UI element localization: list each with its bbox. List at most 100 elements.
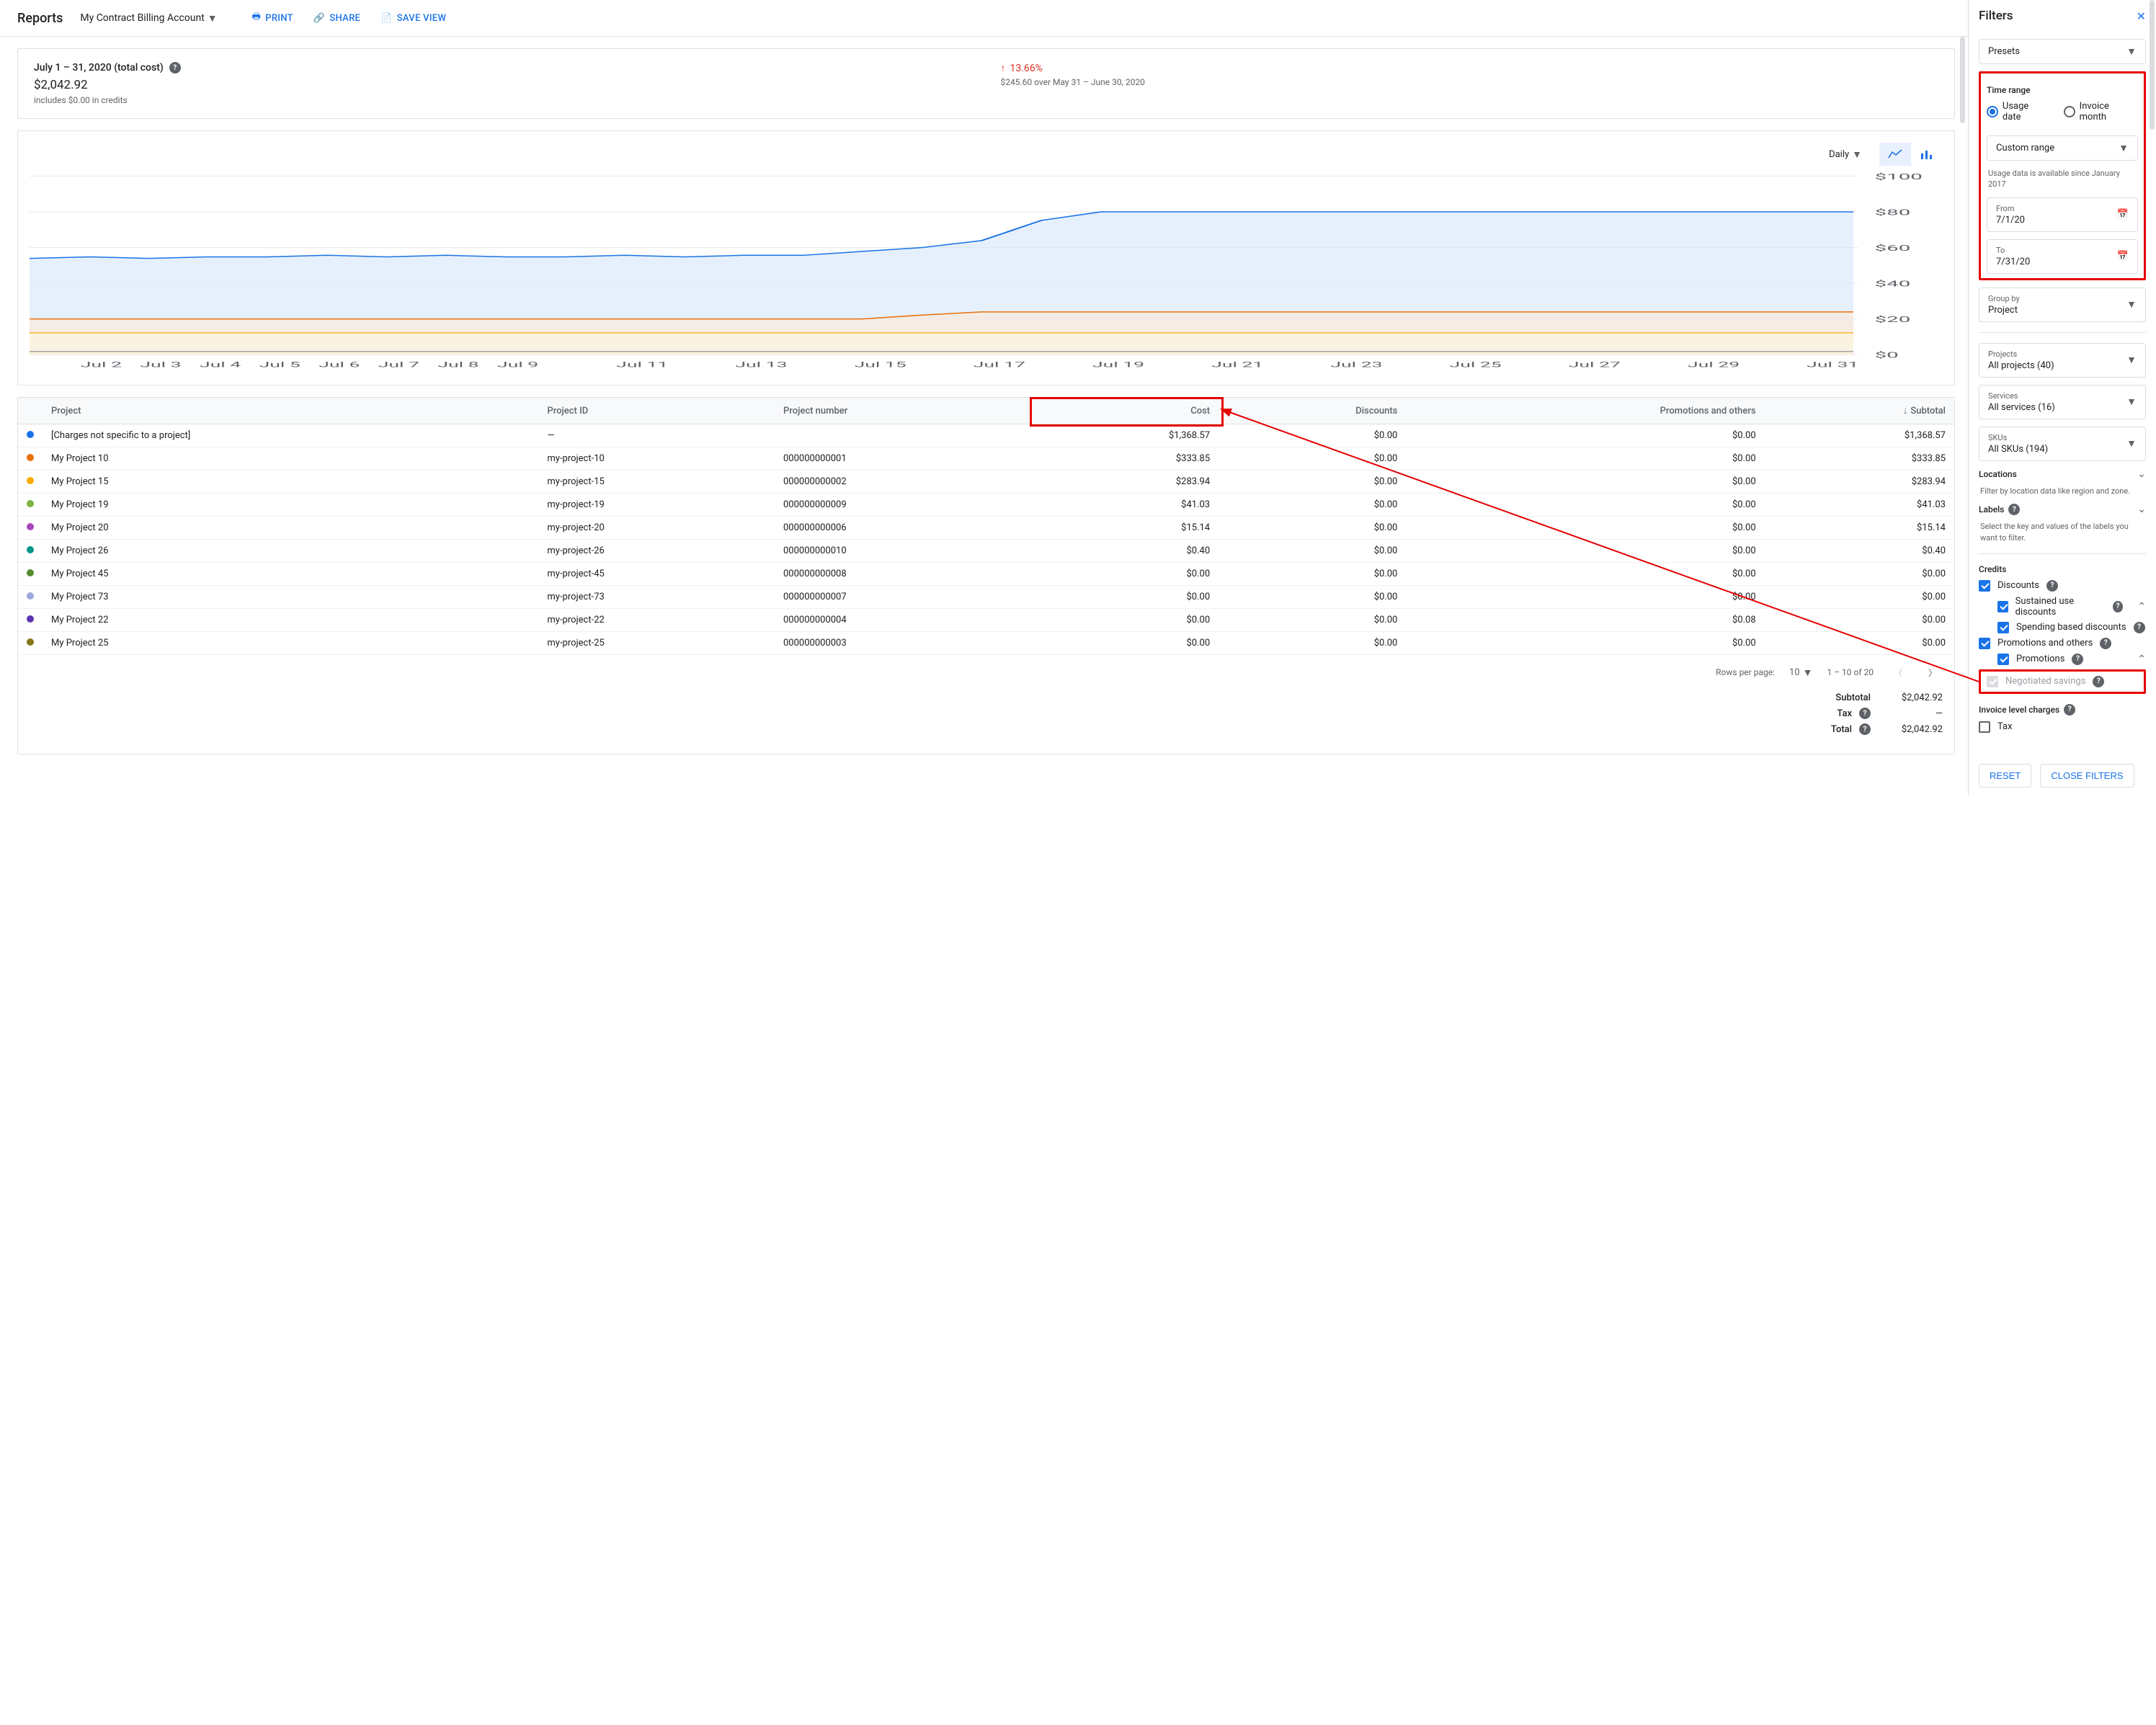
table-row: My Project 19my-project-19000000000009$4… [18, 494, 1954, 517]
prev-page-button[interactable]: 〈 [1888, 662, 1908, 682]
series-dot [27, 500, 34, 507]
tax-checkbox[interactable]: Tax [1979, 721, 2146, 733]
locations-header[interactable]: Locations ⌄ [1979, 468, 2146, 480]
help-icon[interactable]: ? [1859, 708, 1871, 719]
spending-based-checkbox[interactable]: Spending based discounts? [1979, 622, 2146, 633]
projects-dropdown[interactable]: ProjectsAll projects (40) ▼ [1979, 343, 2146, 378]
help-icon[interactable]: ? [169, 62, 181, 73]
promotions-checkbox[interactable]: Promotions?⌃ [1979, 654, 2146, 665]
help-icon[interactable]: ? [2113, 601, 2123, 612]
help-icon[interactable]: ? [1859, 723, 1871, 735]
chevron-up-icon[interactable]: ⌃ [2137, 654, 2146, 665]
sustained-use-checkbox[interactable]: Sustained use discounts?⌃ [1979, 596, 2146, 618]
svg-text:Jul 2: Jul 2 [81, 360, 122, 369]
discounts-checkbox[interactable]: Discounts? [1979, 580, 2146, 592]
svg-text:Jul 29: Jul 29 [1688, 360, 1740, 369]
svg-text:Jul 13: Jul 13 [735, 360, 787, 369]
cell-subtotal: $41.03 [1765, 494, 1954, 517]
col-project-id[interactable]: Project ID [538, 398, 775, 424]
table-row: My Project 45my-project-45000000000008$0… [18, 563, 1954, 586]
cell-promotions: $0.00 [1406, 424, 1764, 447]
help-icon[interactable]: ? [2100, 638, 2111, 649]
help-icon[interactable]: ? [2046, 580, 2058, 592]
rows-per-page-dropdown[interactable]: 10 ▼ [1789, 667, 1812, 679]
link-icon: 🔗 [313, 13, 326, 24]
svg-text:$100: $100 [1875, 172, 1923, 182]
chevron-up-icon[interactable]: ⌃ [2137, 601, 2146, 612]
presets-dropdown[interactable]: Presets ▼ [1979, 39, 2146, 64]
cell-project-number: 000000000007 [775, 586, 1033, 609]
cell-project-id: my-project-20 [538, 517, 775, 540]
usage-date-radio[interactable]: Usage date [1987, 101, 2049, 122]
chevron-down-icon: ▼ [2126, 354, 2137, 366]
cell-subtotal: $0.00 [1765, 563, 1954, 586]
share-button[interactable]: 🔗 SHARE [313, 10, 360, 26]
cell-promotions: $0.00 [1406, 586, 1764, 609]
cell-promotions: $0.00 [1406, 447, 1764, 471]
series-dot [27, 523, 34, 530]
table-row: [Charges not specific to a project]—$1,3… [18, 424, 1954, 447]
close-filters-button[interactable]: CLOSE FILTERS [2040, 764, 2134, 788]
cell-promotions: $0.00 [1406, 517, 1764, 540]
svg-text:Jul 11: Jul 11 [616, 360, 668, 369]
bar-chart-button[interactable] [1911, 143, 1943, 166]
skus-dropdown[interactable]: SKUsAll SKUs (194) ▼ [1979, 427, 2146, 461]
cell-discounts: $0.00 [1219, 471, 1406, 494]
promotions-others-checkbox[interactable]: Promotions and others? [1979, 638, 2146, 649]
cell-subtotal: $0.40 [1765, 540, 1954, 563]
cell-subtotal: $1,368.57 [1765, 424, 1954, 447]
main-scrollbar[interactable] [1960, 37, 1965, 123]
svg-text:Jul 7: Jul 7 [378, 360, 419, 369]
credits-header: Credits [1979, 564, 2146, 574]
help-icon[interactable]: ? [2008, 504, 2020, 515]
cell-project: My Project 15 [43, 471, 538, 494]
help-icon[interactable]: ? [2072, 654, 2083, 665]
svg-text:$20: $20 [1875, 315, 1911, 324]
services-dropdown[interactable]: ServicesAll services (16) ▼ [1979, 385, 2146, 419]
summary-total: $2,042.92 [34, 78, 972, 92]
cell-cost: $333.85 [1033, 447, 1219, 471]
col-cost[interactable]: Cost [1033, 398, 1219, 424]
from-date-input[interactable]: From7/1/20 📅 [1987, 197, 2138, 232]
labels-header[interactable]: Labels? ⌄ [1979, 504, 2146, 515]
svg-text:Jul 3: Jul 3 [140, 360, 181, 369]
filters-scrollbar[interactable] [2150, 0, 2155, 130]
range-type-dropdown[interactable]: Custom range ▼ [1987, 135, 2138, 161]
to-date-input[interactable]: To7/31/20 📅 [1987, 239, 2138, 274]
next-page-button[interactable]: 〉 [1923, 662, 1943, 682]
svg-text:$0: $0 [1875, 351, 1899, 360]
line-chart-icon [1888, 149, 1902, 159]
svg-text:Jul 25: Jul 25 [1450, 360, 1502, 369]
print-icon: 🖶 [252, 10, 262, 26]
help-icon[interactable]: ? [2064, 704, 2075, 716]
cell-project-number: 000000000001 [775, 447, 1033, 471]
chevron-down-icon: ▼ [2126, 396, 2137, 408]
account-switcher[interactable]: My Contract Billing Account ▼ [80, 12, 217, 24]
reset-button[interactable]: RESET [1979, 764, 2031, 788]
help-icon[interactable]: ? [2093, 676, 2104, 687]
chevron-down-icon: ▼ [1803, 667, 1813, 679]
table-row: My Project 26my-project-26000000000010$0… [18, 540, 1954, 563]
filters-panel: Filters ✕ Presets ▼ Time range Usage dat… [1969, 0, 2156, 795]
col-subtotal[interactable]: ↓Subtotal [1765, 398, 1954, 424]
col-discounts[interactable]: Discounts [1219, 398, 1406, 424]
close-icon[interactable]: ✕ [2137, 9, 2146, 23]
help-icon[interactable]: ? [2134, 622, 2145, 633]
cell-cost: $15.14 [1033, 517, 1219, 540]
series-dot [27, 477, 34, 484]
col-project[interactable]: Project [43, 398, 538, 424]
invoice-month-radio[interactable]: Invoice month [2064, 101, 2138, 122]
group-by-dropdown[interactable]: Group byProject ▼ [1979, 288, 2146, 322]
cell-discounts: $0.00 [1219, 540, 1406, 563]
cell-discounts: $0.00 [1219, 447, 1406, 471]
print-button[interactable]: 🖶 PRINT [252, 10, 293, 26]
line-chart-button[interactable] [1879, 143, 1911, 166]
radio-off-icon [2064, 106, 2075, 117]
cell-promotions: $0.00 [1406, 494, 1764, 517]
col-project-number[interactable]: Project number [775, 398, 1033, 424]
save-view-button[interactable]: 📄 SAVE VIEW [380, 10, 446, 26]
cell-discounts: $0.00 [1219, 632, 1406, 655]
page-title: Reports [17, 11, 63, 26]
col-promotions[interactable]: Promotions and others [1406, 398, 1764, 424]
granularity-dropdown[interactable]: Daily ▼ [1829, 148, 1862, 161]
